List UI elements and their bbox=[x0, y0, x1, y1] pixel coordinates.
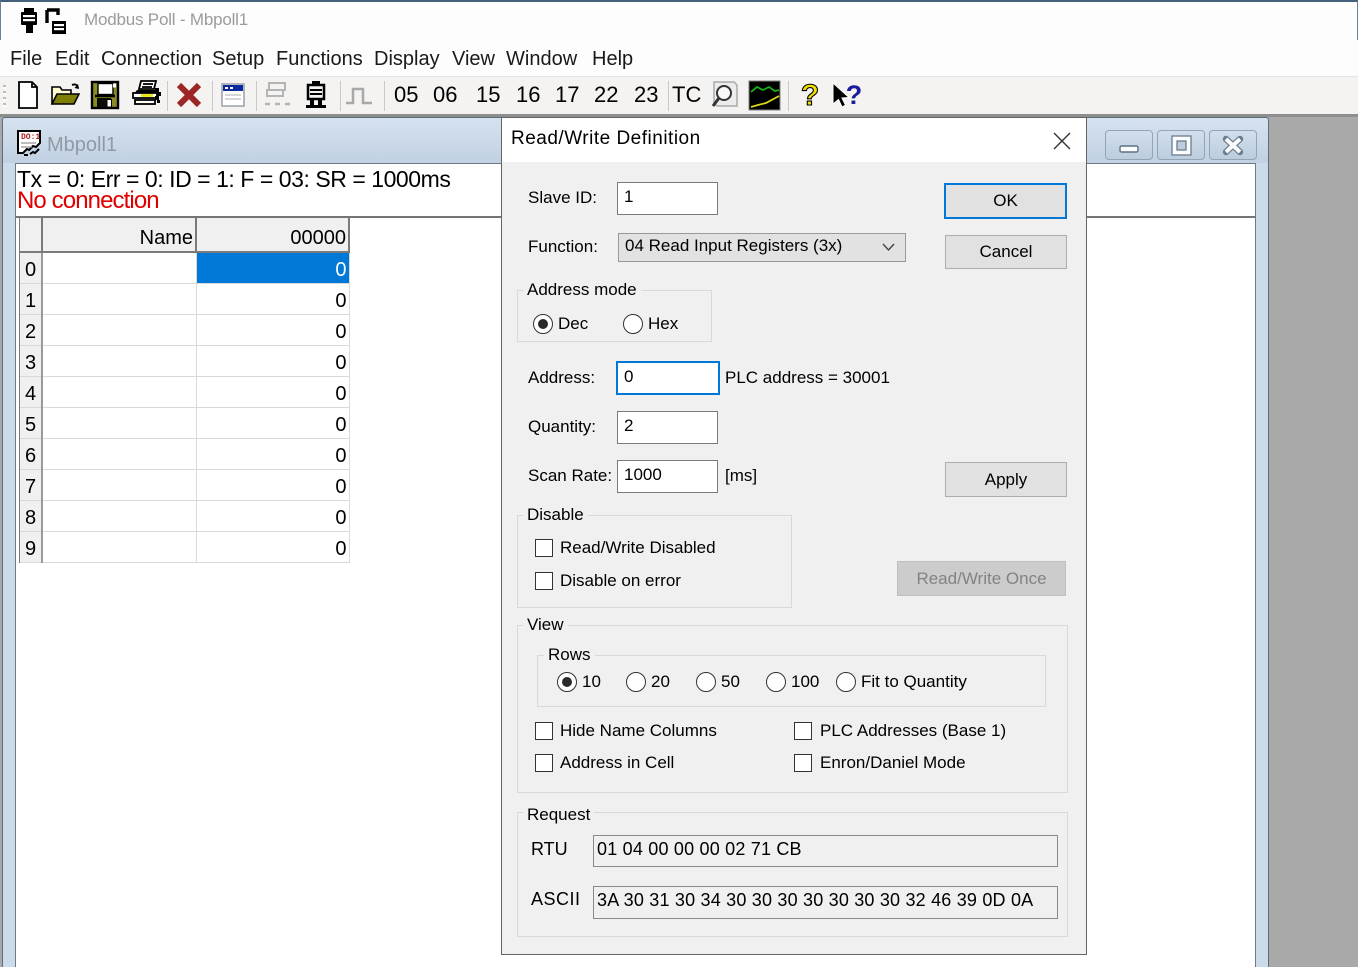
svg-text:DO:1: DO:1 bbox=[21, 133, 40, 142]
svg-text:?: ? bbox=[846, 80, 863, 110]
svg-text:?: ? bbox=[801, 80, 819, 111]
